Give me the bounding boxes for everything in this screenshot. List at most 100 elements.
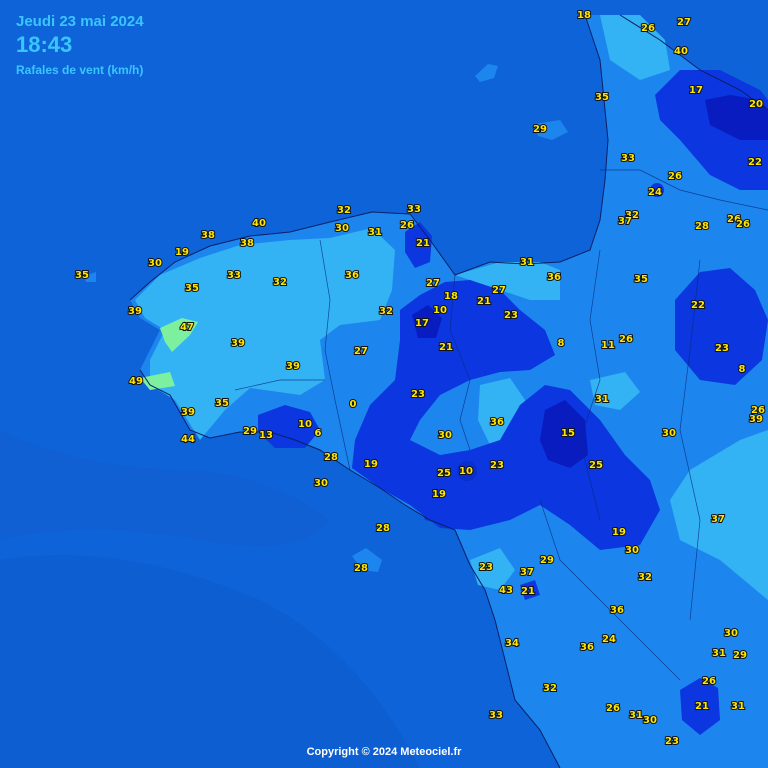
station-value: 27: [492, 285, 506, 296]
station-value: 40: [674, 46, 688, 57]
station-value: 34: [505, 638, 519, 649]
station-value: 26: [641, 23, 655, 34]
station-value: 39: [181, 407, 195, 418]
station-value: 17: [415, 318, 429, 329]
station-value: 26: [400, 220, 414, 231]
station-value: 39: [286, 361, 300, 372]
station-value: 31: [368, 227, 382, 238]
station-value: 24: [648, 187, 662, 198]
station-value: 19: [364, 459, 378, 470]
station-value: 47: [180, 322, 194, 333]
station-value: 33: [489, 710, 503, 721]
station-value: 28: [354, 563, 368, 574]
station-value: 30: [724, 628, 738, 639]
station-value: 39: [128, 306, 142, 317]
station-value: 28: [695, 221, 709, 232]
station-value: 10: [433, 305, 447, 316]
station-value: 24: [602, 634, 616, 645]
station-value: 10: [459, 466, 473, 477]
station-value: 11: [601, 340, 615, 351]
map-time: 18:43: [16, 32, 73, 57]
station-value: 43: [499, 585, 513, 596]
station-value: 32: [379, 306, 393, 317]
station-value: 33: [407, 204, 421, 215]
station-value: 31: [629, 710, 643, 721]
station-value: 31: [712, 648, 726, 659]
station-value: 26: [668, 171, 682, 182]
station-value: 27: [677, 17, 691, 28]
station-value: 28: [376, 523, 390, 534]
station-value: 28: [324, 452, 338, 463]
station-value: 30: [148, 258, 162, 269]
station-value: 18: [577, 10, 591, 21]
station-value: 21: [521, 586, 535, 597]
station-value: 21: [416, 238, 430, 249]
station-value: 22: [748, 157, 762, 168]
station-value: 25: [437, 468, 451, 479]
station-value: 30: [314, 478, 328, 489]
station-value: 22: [691, 300, 705, 311]
station-value: 30: [335, 223, 349, 234]
station-value: 37: [618, 216, 632, 227]
station-value: 44: [181, 434, 195, 445]
station-value: 49: [129, 376, 143, 387]
station-value: 18: [444, 291, 458, 302]
station-value: 23: [504, 310, 518, 321]
station-value: 33: [621, 153, 635, 164]
station-value: 8: [739, 364, 746, 375]
station-value: 26: [619, 334, 633, 345]
station-value: 21: [695, 701, 709, 712]
station-value: 31: [731, 701, 745, 712]
station-value: 19: [612, 527, 626, 538]
station-value: 20: [749, 99, 763, 110]
station-value: 31: [520, 257, 534, 268]
station-value: 37: [711, 514, 725, 525]
station-value: 26: [702, 676, 716, 687]
station-value: 36: [547, 272, 561, 283]
station-value: 35: [595, 92, 609, 103]
station-value: 8: [558, 338, 565, 349]
station-value: 35: [75, 270, 89, 281]
station-value: 25: [589, 460, 603, 471]
station-value: 37: [520, 567, 534, 578]
station-value: 21: [477, 296, 491, 307]
station-value: 32: [638, 572, 652, 583]
station-value: 29: [733, 650, 747, 661]
station-value: 39: [749, 414, 763, 425]
station-value: 26: [606, 703, 620, 714]
station-value: 15: [561, 428, 575, 439]
station-value: 6: [315, 428, 322, 439]
station-value: 31: [595, 394, 609, 405]
station-value: 39: [231, 338, 245, 349]
station-value: 10: [298, 419, 312, 430]
wind-gust-map: 18 26 27 40 35 29 17 20 33 22 24 26 32 37 26 28 26 33 32 30…: [0, 0, 768, 768]
station-value: 29: [243, 426, 257, 437]
station-value: 29: [540, 555, 554, 566]
copyright-notice: Copyright © 2024 Meteociel.fr: [306, 746, 462, 758]
station-value: 26: [736, 219, 750, 230]
station-value: 38: [201, 230, 215, 241]
station-value: 27: [354, 346, 368, 357]
station-value: 0: [350, 399, 357, 410]
station-value: 13: [259, 430, 273, 441]
station-value: 32: [543, 683, 557, 694]
station-value: 30: [438, 430, 452, 441]
station-value: 36: [490, 417, 504, 428]
station-value: 35: [185, 283, 199, 294]
station-value: 30: [625, 545, 639, 556]
station-value: 30: [662, 428, 676, 439]
station-value: 35: [215, 398, 229, 409]
station-value: 27: [426, 278, 440, 289]
station-value: 29: [533, 124, 547, 135]
station-value: 36: [580, 642, 594, 653]
station-value: 32: [337, 205, 351, 216]
station-value: 35: [634, 274, 648, 285]
station-value: 21: [439, 342, 453, 353]
station-value: 17: [689, 85, 703, 96]
station-value: 23: [490, 460, 504, 471]
station-value: 23: [479, 562, 493, 573]
station-value: 32: [273, 277, 287, 288]
station-value: 36: [610, 605, 624, 616]
station-value: 38: [240, 238, 254, 249]
station-value: 40: [252, 218, 266, 229]
